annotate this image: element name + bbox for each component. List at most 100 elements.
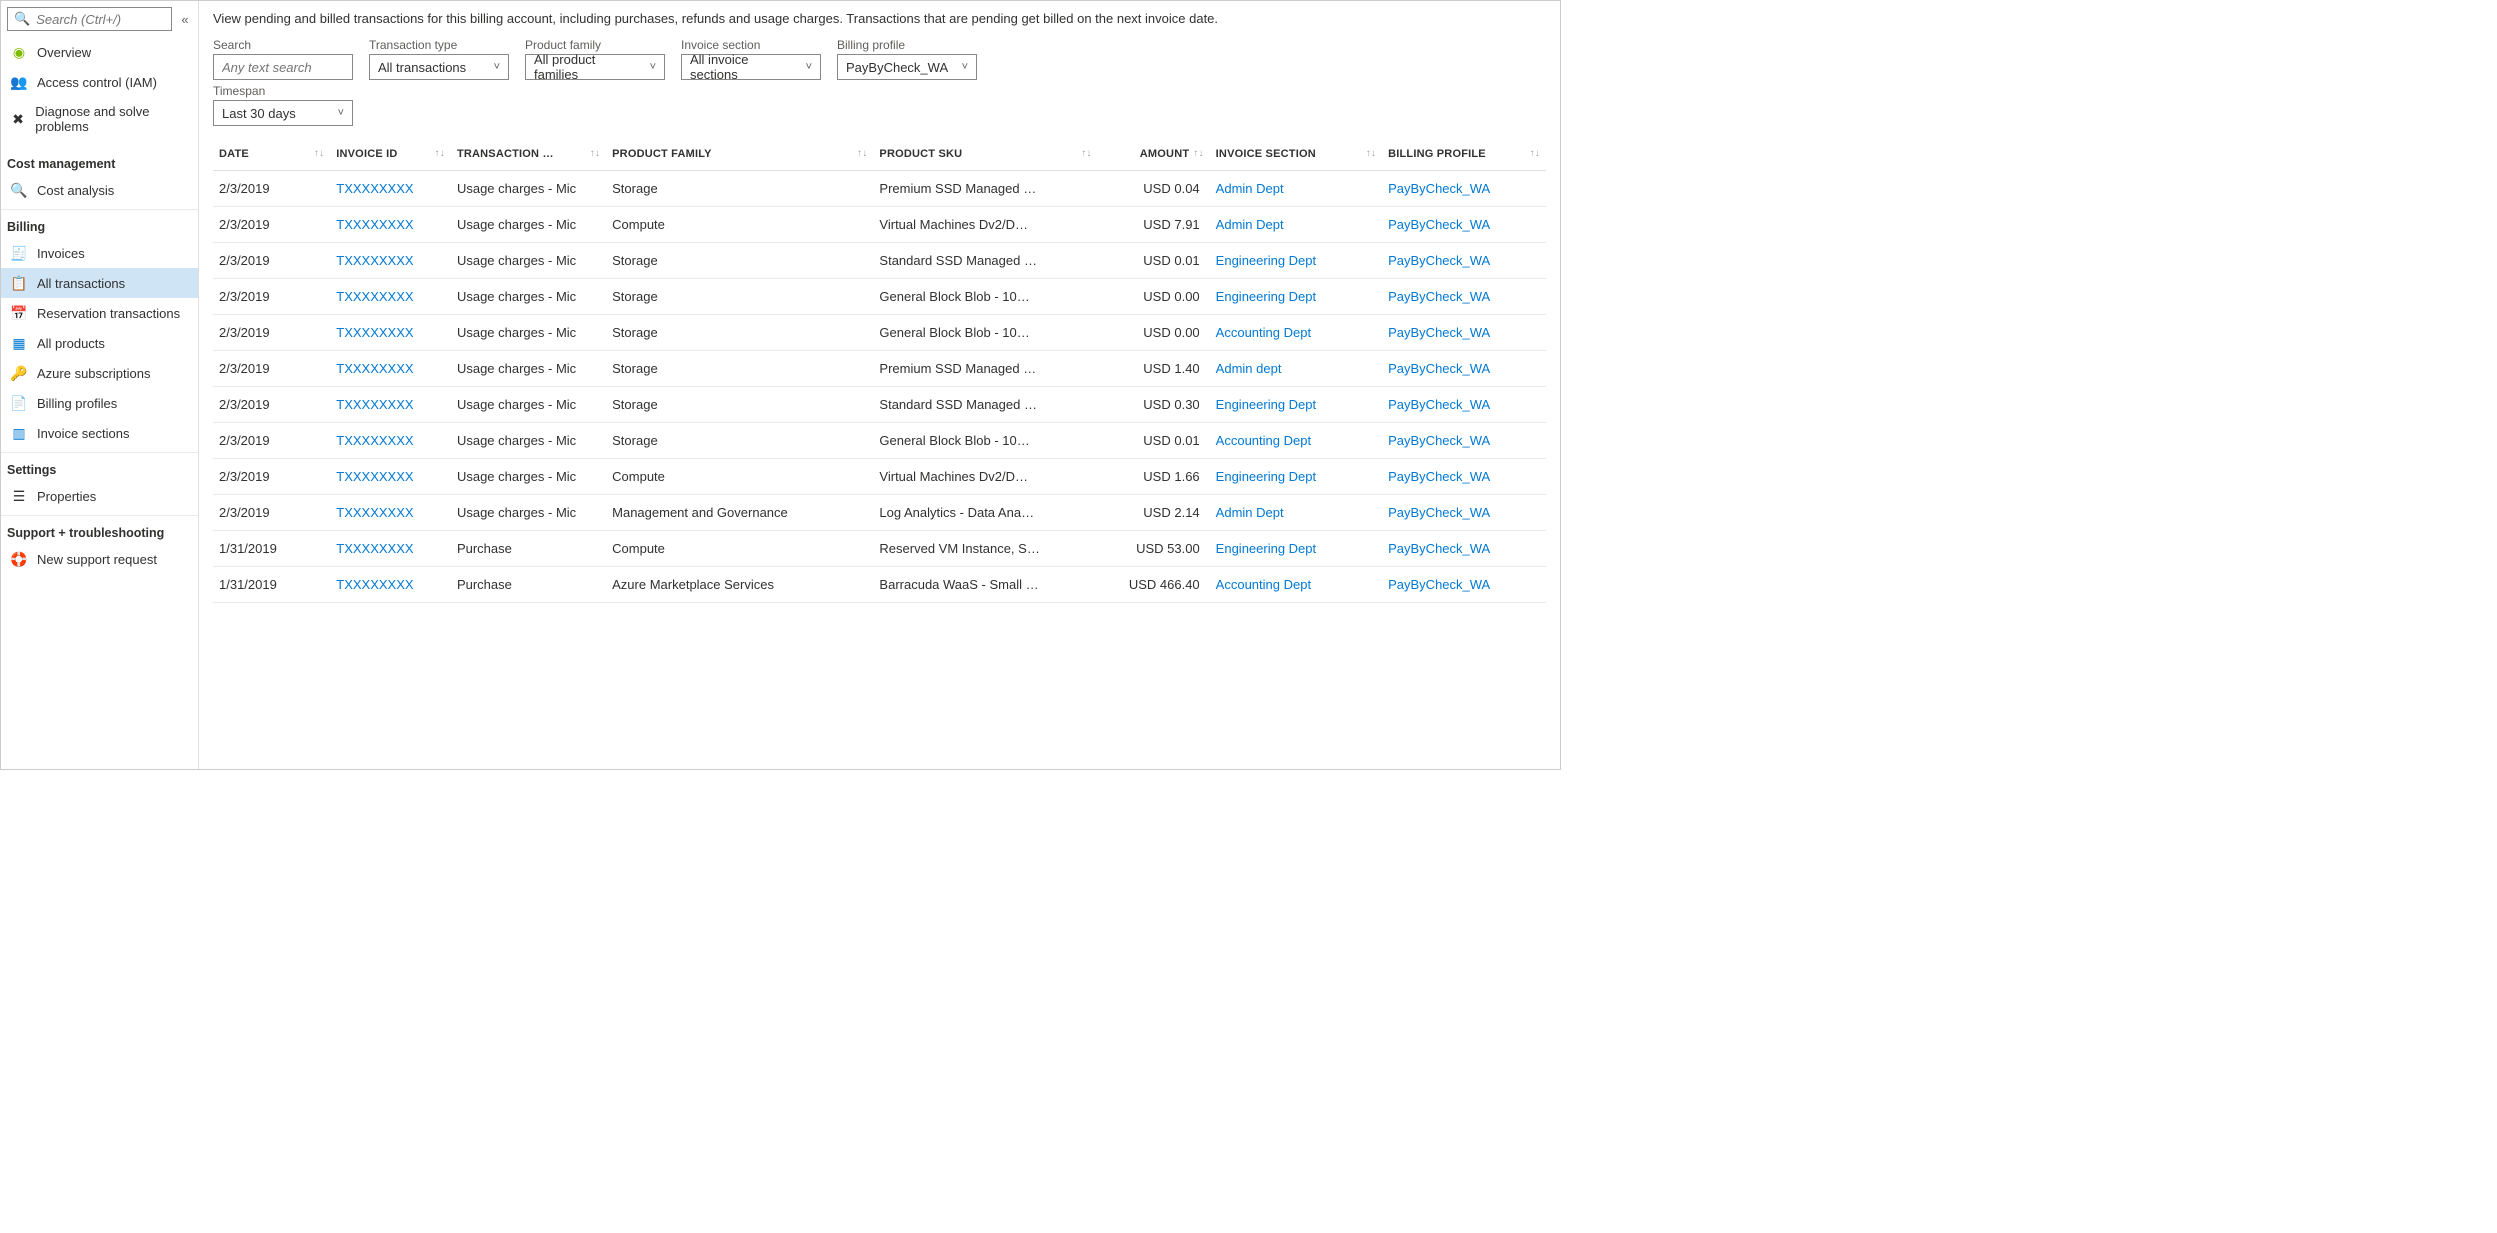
cell-invoice-id[interactable]: TXXXXXXXX <box>330 495 451 531</box>
column-header-date[interactable]: DATE↑↓ <box>213 138 330 171</box>
sidebar-item-invoice-sections[interactable]: ▥Invoice sections <box>1 418 198 448</box>
cell-invoice-section[interactable]: Accounting Dept <box>1210 567 1382 603</box>
sidebar-item-billing-profiles[interactable]: 📄Billing profiles <box>1 388 198 418</box>
filter-timespan-select[interactable]: Last 30 days ˅ <box>213 100 353 126</box>
cell-invoice-id[interactable]: TXXXXXXXX <box>330 567 451 603</box>
cell-billing-profile[interactable]: PayByCheck_WA <box>1382 387 1546 423</box>
sidebar-search-input[interactable] <box>36 12 165 27</box>
column-header-transaction-[interactable]: TRANSACTION …↑↓ <box>451 138 606 171</box>
table-row[interactable]: 2/3/2019TXXXXXXXXUsage charges - MicStor… <box>213 351 1546 387</box>
cell-invoice-id[interactable]: TXXXXXXXX <box>330 387 451 423</box>
cell-invoice-id[interactable]: TXXXXXXXX <box>330 351 451 387</box>
cell-product-family: Storage <box>606 279 873 315</box>
cell-billing-profile[interactable]: PayByCheck_WA <box>1382 351 1546 387</box>
cell-date: 2/3/2019 <box>213 495 330 531</box>
cell-invoice-id[interactable]: TXXXXXXXX <box>330 315 451 351</box>
sidebar-item-azure-subscriptions[interactable]: 🔑Azure subscriptions <box>1 358 198 388</box>
filter-search-input[interactable] <box>222 60 344 75</box>
filter-search-input-wrap[interactable] <box>213 54 353 80</box>
sidebar-item-all-transactions[interactable]: 📋All transactions <box>1 268 198 298</box>
sort-icon: ↑↓ <box>590 148 600 159</box>
cell-billing-profile[interactable]: PayByCheck_WA <box>1382 315 1546 351</box>
cell-transaction: Usage charges - Mic <box>451 279 606 315</box>
table-row[interactable]: 1/31/2019TXXXXXXXXPurchaseComputeReserve… <box>213 531 1546 567</box>
cell-invoice-section[interactable]: Accounting Dept <box>1210 315 1382 351</box>
filter-row-1: Search Transaction type All transactions… <box>213 38 1546 80</box>
table-row[interactable]: 2/3/2019TXXXXXXXXUsage charges - MicComp… <box>213 459 1546 495</box>
cell-invoice-section[interactable]: Engineering Dept <box>1210 279 1382 315</box>
column-header-invoice-id[interactable]: INVOICE ID↑↓ <box>330 138 451 171</box>
table-row[interactable]: 2/3/2019TXXXXXXXXUsage charges - MicStor… <box>213 423 1546 459</box>
table-row[interactable]: 2/3/2019TXXXXXXXXUsage charges - MicComp… <box>213 207 1546 243</box>
column-header-billing-profile[interactable]: BILLING PROFILE↑↓ <box>1382 138 1546 171</box>
cell-billing-profile[interactable]: PayByCheck_WA <box>1382 207 1546 243</box>
cell-billing-profile[interactable]: PayByCheck_WA <box>1382 495 1546 531</box>
cell-billing-profile[interactable]: PayByCheck_WA <box>1382 171 1546 207</box>
cell-invoice-section[interactable]: Engineering Dept <box>1210 387 1382 423</box>
sidebar-search-box[interactable]: 🔍 <box>7 7 172 31</box>
cell-invoice-section[interactable]: Engineering Dept <box>1210 459 1382 495</box>
cell-invoice-id[interactable]: TXXXXXXXX <box>330 171 451 207</box>
cell-billing-profile[interactable]: PayByCheck_WA <box>1382 567 1546 603</box>
cell-invoice-section[interactable]: Engineering Dept <box>1210 531 1382 567</box>
cell-amount: USD 0.00 <box>1098 279 1210 315</box>
cell-invoice-id[interactable]: TXXXXXXXX <box>330 207 451 243</box>
nav-label: Properties <box>37 489 96 504</box>
support-icon: 🛟 <box>11 551 27 567</box>
cell-invoice-section[interactable]: Admin Dept <box>1210 207 1382 243</box>
cell-billing-profile[interactable]: PayByCheck_WA <box>1382 279 1546 315</box>
table-row[interactable]: 2/3/2019TXXXXXXXXUsage charges - MicStor… <box>213 171 1546 207</box>
cell-transaction: Usage charges - Mic <box>451 495 606 531</box>
sidebar-item-overview[interactable]: ◉Overview <box>1 37 198 67</box>
sidebar-item-access-control-iam-[interactable]: 👥Access control (IAM) <box>1 67 198 97</box>
table-body: 2/3/2019TXXXXXXXXUsage charges - MicStor… <box>213 171 1546 603</box>
sidebar-item-properties[interactable]: ☰Properties <box>1 481 198 511</box>
table-row[interactable]: 2/3/2019TXXXXXXXXUsage charges - MicMana… <box>213 495 1546 531</box>
cell-invoice-id[interactable]: TXXXXXXXX <box>330 279 451 315</box>
cell-invoice-section[interactable]: Admin dept <box>1210 351 1382 387</box>
sort-icon: ↑↓ <box>1530 148 1540 159</box>
sidebar-item-invoices[interactable]: 🧾Invoices <box>1 238 198 268</box>
cell-invoice-section[interactable]: Admin Dept <box>1210 171 1382 207</box>
sidebar-item-all-products[interactable]: ▦All products <box>1 328 198 358</box>
filter-transaction-type-value: All transactions <box>378 60 466 75</box>
sidebar-item-new-support-request[interactable]: 🛟New support request <box>1 544 198 574</box>
filter-billing-profile: Billing profile PayByCheck_WA ˅ <box>837 38 977 80</box>
diagnose-icon: ✖ <box>11 111 25 127</box>
transactions-table: DATE↑↓INVOICE ID↑↓TRANSACTION …↑↓PRODUCT… <box>213 138 1546 603</box>
cell-amount: USD 0.00 <box>1098 315 1210 351</box>
cell-billing-profile[interactable]: PayByCheck_WA <box>1382 423 1546 459</box>
table-row[interactable]: 2/3/2019TXXXXXXXXUsage charges - MicStor… <box>213 279 1546 315</box>
sidebar-item-reservation-transactions[interactable]: 📅Reservation transactions <box>1 298 198 328</box>
column-header-product-family[interactable]: PRODUCT FAMILY↑↓ <box>606 138 873 171</box>
sidebar-item-cost-analysis[interactable]: 🔍Cost analysis <box>1 175 198 205</box>
cell-product-sku: Virtual Machines Dv2/D… <box>873 459 1097 495</box>
cell-invoice-id[interactable]: TXXXXXXXX <box>330 243 451 279</box>
filter-billing-profile-select[interactable]: PayByCheck_WA ˅ <box>837 54 977 80</box>
column-header-amount[interactable]: AMOUNT↑↓ <box>1098 138 1210 171</box>
cell-invoice-section[interactable]: Accounting Dept <box>1210 423 1382 459</box>
cell-transaction: Usage charges - Mic <box>451 387 606 423</box>
column-header-invoice-section[interactable]: INVOICE SECTION↑↓ <box>1210 138 1382 171</box>
cell-invoice-id[interactable]: TXXXXXXXX <box>330 459 451 495</box>
cell-billing-profile[interactable]: PayByCheck_WA <box>1382 243 1546 279</box>
table-row[interactable]: 1/31/2019TXXXXXXXXPurchaseAzure Marketpl… <box>213 567 1546 603</box>
collapse-sidebar-button[interactable]: « <box>176 12 194 27</box>
cell-invoice-section[interactable]: Engineering Dept <box>1210 243 1382 279</box>
cell-billing-profile[interactable]: PayByCheck_WA <box>1382 459 1546 495</box>
cell-invoice-id[interactable]: TXXXXXXXX <box>330 423 451 459</box>
cell-invoice-section[interactable]: Admin Dept <box>1210 495 1382 531</box>
table-row[interactable]: 2/3/2019TXXXXXXXXUsage charges - MicStor… <box>213 243 1546 279</box>
cell-invoice-id[interactable]: TXXXXXXXX <box>330 531 451 567</box>
filter-product-family-select[interactable]: All product families ˅ <box>525 54 665 80</box>
table-row[interactable]: 2/3/2019TXXXXXXXXUsage charges - MicStor… <box>213 315 1546 351</box>
table-row[interactable]: 2/3/2019TXXXXXXXXUsage charges - MicStor… <box>213 387 1546 423</box>
filter-invoice-section-select[interactable]: All invoice sections ˅ <box>681 54 821 80</box>
filter-transaction-type-select[interactable]: All transactions ˅ <box>369 54 509 80</box>
cell-transaction: Usage charges - Mic <box>451 423 606 459</box>
nav-label: Access control (IAM) <box>37 75 157 90</box>
cell-billing-profile[interactable]: PayByCheck_WA <box>1382 531 1546 567</box>
column-header-product-sku[interactable]: PRODUCT SKU↑↓ <box>873 138 1097 171</box>
sidebar-section-settings: Settings <box>1 452 198 481</box>
sidebar-item-diagnose-and-solve-problems[interactable]: ✖Diagnose and solve problems <box>1 97 198 141</box>
